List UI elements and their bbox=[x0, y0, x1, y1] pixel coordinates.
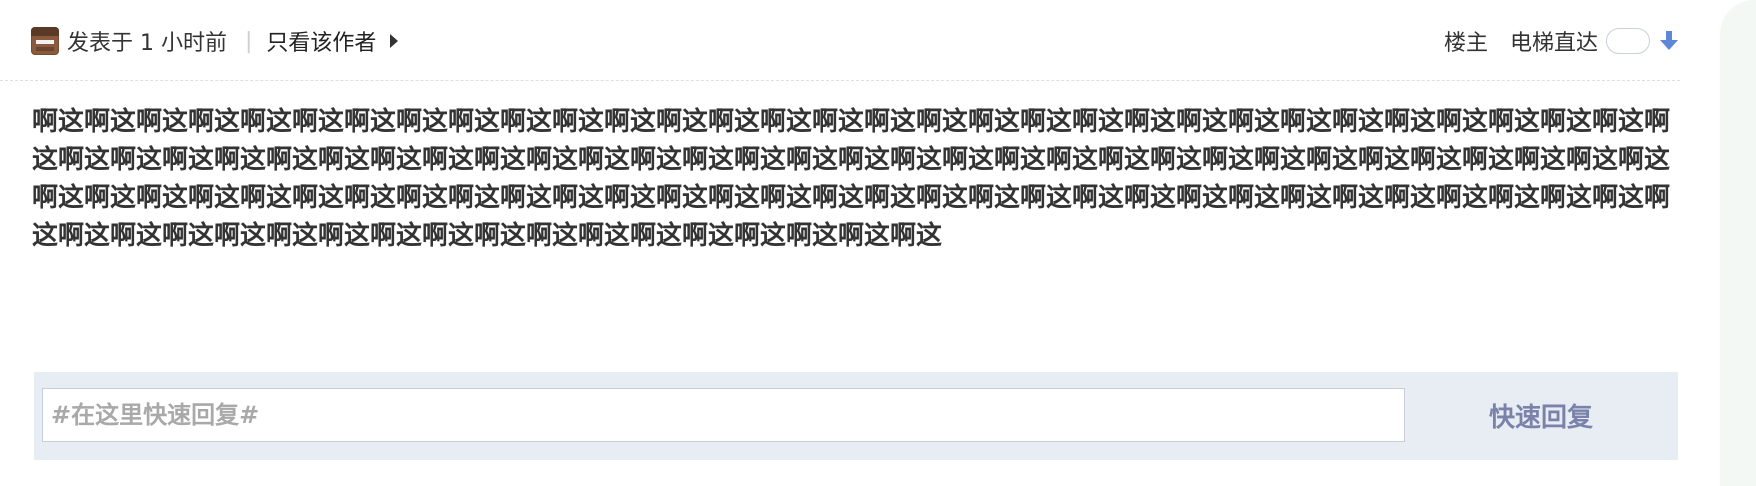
author-meta: 发表于 1 小时前 | 只看该作者 bbox=[31, 25, 399, 57]
post-header: 发表于 1 小时前 | 只看该作者 楼主 电梯直达 bbox=[31, 18, 1678, 64]
jump-floor-input-toggle[interactable] bbox=[1606, 28, 1650, 54]
forum-post-page: 发表于 1 小时前 | 只看该作者 楼主 电梯直达 啊这啊这啊这啊这啊这啊这啊这… bbox=[0, 0, 1756, 486]
post-card: 发表于 1 小时前 | 只看该作者 楼主 电梯直达 啊这啊这啊这啊这啊这啊这啊这… bbox=[0, 0, 1720, 486]
floor-label: 楼主 bbox=[1443, 31, 1488, 56]
header-divider bbox=[0, 80, 1680, 81]
caret-right-icon[interactable] bbox=[390, 34, 399, 48]
down-arrow-icon[interactable] bbox=[1660, 30, 1678, 52]
published-time: 发表于 1 小时前 bbox=[67, 31, 227, 56]
avatar[interactable] bbox=[31, 27, 59, 55]
post-content: 啊这啊这啊这啊这啊这啊这啊这啊这啊这啊这啊这啊这啊这啊这啊这啊这啊这啊这啊这啊这… bbox=[32, 107, 1671, 251]
post-tools: 楼主 电梯直达 bbox=[1444, 25, 1678, 57]
quick-reply-input[interactable] bbox=[42, 388, 1405, 442]
right-side-panel bbox=[1720, 0, 1756, 486]
meta-separator: | bbox=[244, 28, 253, 54]
only-author-link[interactable]: 只看该作者 bbox=[266, 25, 376, 57]
jump-label: 电梯直达 bbox=[1509, 31, 1598, 56]
quick-reply-bar: 快速回复 bbox=[34, 372, 1678, 460]
quick-reply-button[interactable]: 快速回复 bbox=[1428, 388, 1654, 442]
